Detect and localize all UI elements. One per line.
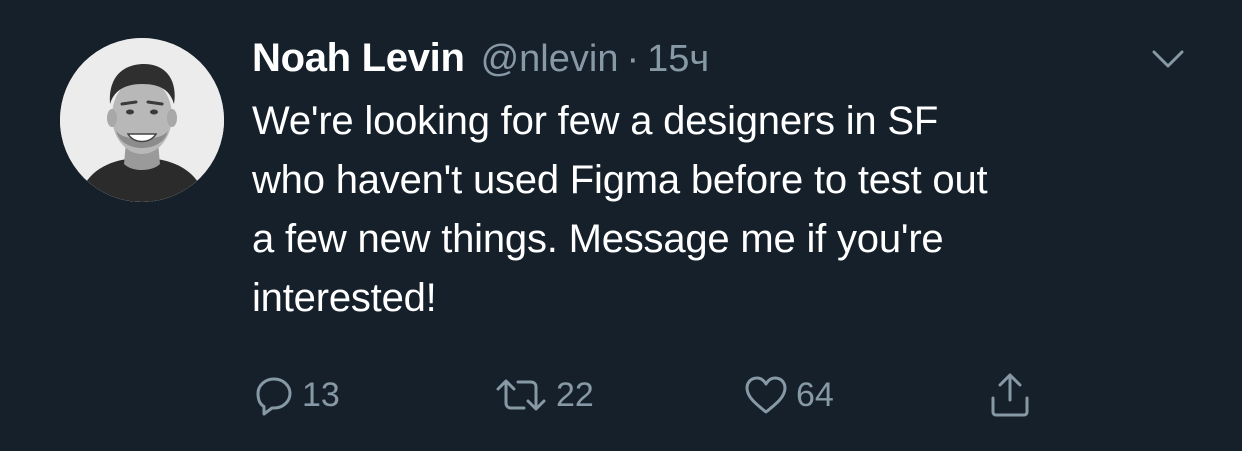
header-separator: ·: [626, 38, 640, 80]
like-count: 64: [796, 375, 834, 414]
author-handle[interactable]: @nlevin: [481, 38, 619, 81]
author-name[interactable]: Noah Levin: [252, 36, 465, 81]
profile-photo-icon: [60, 38, 224, 202]
reply-icon: [256, 377, 292, 416]
like-button[interactable]: 64: [742, 370, 834, 420]
reply-count: 13: [302, 375, 340, 414]
tweet-card[interactable]: Noah Levin @nlevin · 15ч We're looking f…: [0, 0, 1242, 451]
share-icon: [991, 373, 1029, 417]
tweet-menu-button[interactable]: [1150, 44, 1186, 74]
retweet-button[interactable]: 22: [492, 370, 594, 420]
share-button[interactable]: [986, 370, 1034, 420]
reply-button[interactable]: 13: [252, 370, 340, 420]
tweet-timestamp[interactable]: 15ч: [647, 38, 709, 81]
heart-icon: [745, 376, 787, 414]
retweet-count: 22: [556, 375, 594, 414]
tweet-header: Noah Levin @nlevin · 15ч: [252, 36, 709, 86]
chevron-down-icon: [1152, 50, 1184, 68]
tweet-actions: 13 22 64: [252, 370, 1152, 420]
avatar[interactable]: [60, 38, 224, 202]
tweet-text: We're looking for few a designers in SF …: [252, 99, 988, 320]
retweet-icon: [496, 379, 546, 411]
